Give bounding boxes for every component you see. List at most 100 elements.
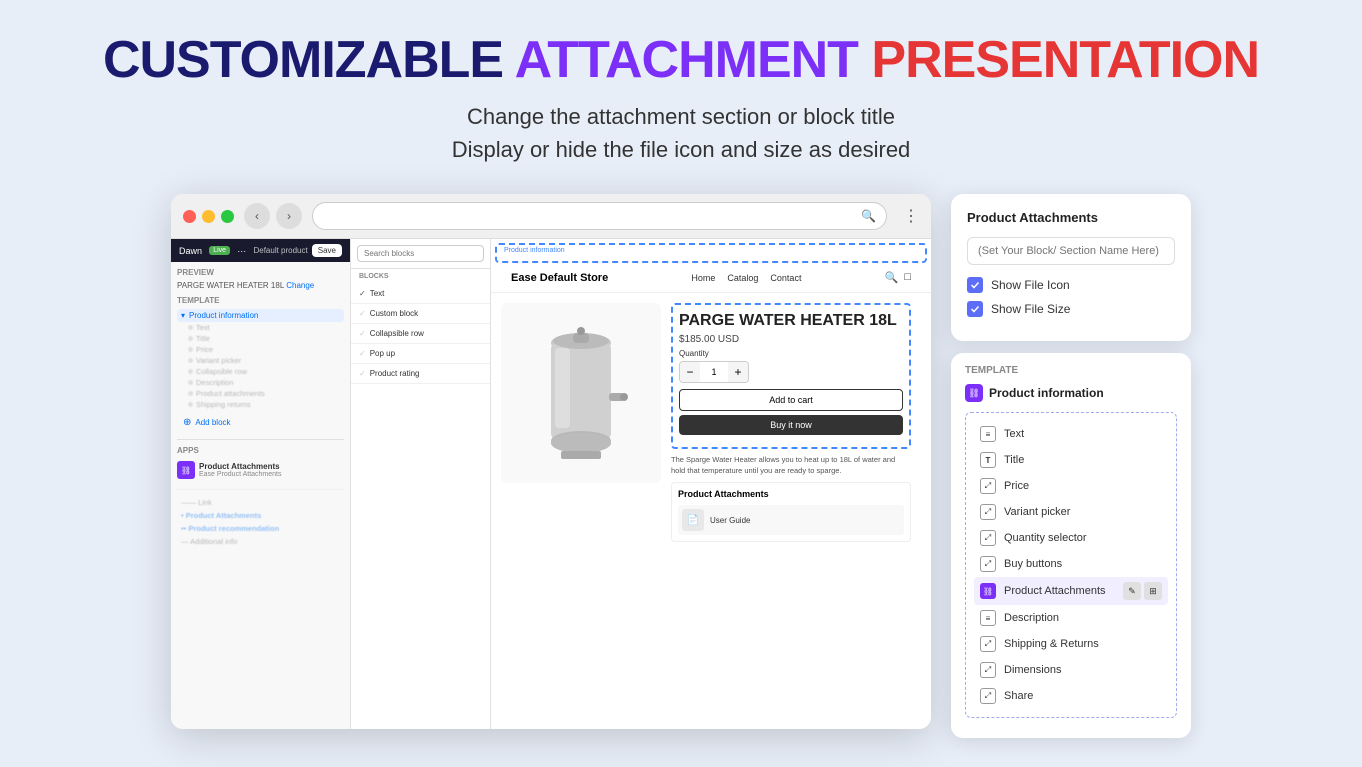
topbar-dots: ···: [237, 246, 246, 256]
attachment-edit-button[interactable]: ✎: [1123, 582, 1141, 600]
quantity-control: − 1 +: [679, 361, 749, 383]
template-item-share[interactable]: ⤢ Share: [974, 683, 1168, 709]
minimize-dot[interactable]: [202, 210, 215, 223]
attachment-name: User Guide: [710, 516, 750, 525]
store-logo: Ease Default Store: [511, 272, 608, 284]
quantity-decrease[interactable]: −: [680, 362, 700, 382]
template-item-variant-picker[interactable]: ⤢ Variant picker: [974, 499, 1168, 525]
block-item-2[interactable]: Title: [185, 333, 344, 344]
buy-buttons-icon: ⤢: [980, 556, 996, 572]
maximize-dot[interactable]: [221, 210, 234, 223]
bottom-item-4[interactable]: — Additional info: [177, 535, 344, 548]
attachment-item[interactable]: 📄 User Guide: [678, 505, 904, 535]
block-popup[interactable]: ✓ Pop up: [351, 344, 490, 364]
nav-contact[interactable]: Contact: [770, 273, 801, 283]
quantity-label: Quantity: [679, 349, 903, 358]
show-file-icon-checkbox[interactable]: [967, 277, 983, 293]
store-nav-links: Home Catalog Contact: [691, 273, 801, 283]
browser-dots: [183, 210, 234, 223]
buy-now-button[interactable]: Buy it now: [679, 415, 903, 435]
template-item-variant-label: Variant picker: [1004, 506, 1070, 518]
template-item-price[interactable]: ⤢ Price: [974, 473, 1168, 499]
block-collapsible[interactable]: ✓ Collapsible row: [351, 324, 490, 344]
add-block-button[interactable]: ⊕ Add block: [177, 414, 344, 431]
block-item-7[interactable]: Product attachments: [185, 388, 344, 399]
attachments-title: Product Attachments: [678, 489, 904, 499]
title-block-icon: T: [980, 452, 996, 468]
block-item-6[interactable]: Description: [185, 377, 344, 388]
app-item[interactable]: ⛓ Product Attachments Ease Product Attac…: [177, 459, 344, 481]
attachment-grid-button[interactable]: ⊞: [1144, 582, 1162, 600]
block-item-8[interactable]: Shipping returns: [185, 399, 344, 410]
share-icon: ⤢: [980, 688, 996, 704]
search-icon[interactable]: 🔍: [885, 271, 899, 284]
template-item-shipping-returns[interactable]: ⤢ Shipping & Returns: [974, 631, 1168, 657]
address-bar[interactable]: 🔍: [312, 202, 887, 230]
app-icon: ⛓: [177, 461, 195, 479]
block-text[interactable]: ✓ Text: [351, 284, 490, 304]
template-section-header: ⛓ Product information: [965, 384, 1177, 402]
block-custom[interactable]: ✓ Custom block: [351, 304, 490, 324]
template-section-name: Product information: [989, 386, 1104, 400]
block-item-1[interactable]: Text: [185, 322, 344, 333]
template-item-price-label: Price: [1004, 480, 1029, 492]
bottom-item-1[interactable]: —— Link: [177, 496, 344, 509]
hero-section: CUSTOMIZABLE ATTACHMENT PRESENTATION Cha…: [103, 30, 1259, 194]
title-part3: PRESENTATION: [871, 31, 1259, 89]
nav-home[interactable]: Home: [691, 273, 715, 283]
sidebar-product-info[interactable]: ▾ Product information: [177, 309, 344, 322]
block-rating[interactable]: ✓ Product rating: [351, 364, 490, 384]
nav-catalog[interactable]: Catalog: [727, 273, 758, 283]
template-item-text[interactable]: ≡ Text: [974, 421, 1168, 447]
forward-button[interactable]: ›: [276, 203, 302, 229]
block-item-3[interactable]: Price: [185, 344, 344, 355]
subtitle-line2: Display or hide the file icon and size a…: [452, 137, 911, 162]
section-name-input[interactable]: [967, 237, 1175, 265]
show-file-size-checkbox[interactable]: [967, 301, 983, 317]
block-item-5[interactable]: Collapsible row: [185, 366, 344, 377]
template-section-icon: ⛓: [965, 384, 983, 402]
template-item-buy-label: Buy buttons: [1004, 558, 1062, 570]
shopify-editor: Dawn Live ··· Default product Save PREVI…: [171, 239, 931, 729]
product-attachments-block-icon: ⛓: [980, 583, 996, 599]
check-mark-icon: [970, 280, 980, 290]
template-item-dimensions[interactable]: ⤢ Dimensions: [974, 657, 1168, 683]
quantity-selector-icon: ⤢: [980, 530, 996, 546]
topbar-product: Default product: [253, 246, 307, 255]
change-link[interactable]: Change: [286, 281, 314, 290]
template-item-buy-buttons[interactable]: ⤢ Buy buttons: [974, 551, 1168, 577]
show-file-size-label: Show File Size: [991, 302, 1070, 316]
block-list-section: Blocks: [351, 269, 490, 284]
bottom-item-2[interactable]: • Product Attachments: [177, 509, 344, 522]
editor-sidebar: Dawn Live ··· Default product Save PREVI…: [171, 239, 351, 729]
app-info: Product Attachments Ease Product Attachm…: [199, 462, 282, 478]
save-button[interactable]: Save: [312, 244, 342, 257]
check-mark-icon-2: [970, 304, 980, 314]
template-item-quantity-selector[interactable]: ⤢ Quantity selector: [974, 525, 1168, 551]
main-content: ‹ › 🔍 ⋮ Dawn Live ··· Default product Sa…: [20, 194, 1342, 738]
product-highlight-box: PARGE WATER HEATER 18L $185.00 USD Quant…: [671, 303, 911, 449]
block-item-4[interactable]: Variant picker: [185, 355, 344, 366]
close-dot[interactable]: [183, 210, 196, 223]
attachment-icon: 📄: [682, 509, 704, 531]
hero-subtitle: Change the attachment section or block t…: [103, 100, 1259, 166]
editor-topbar: Dawn Live ··· Default product Save: [171, 239, 350, 262]
bottom-item-3[interactable]: •• Product recommendation: [177, 522, 344, 535]
product-info-highlight: Product information: [495, 243, 927, 263]
quantity-increase[interactable]: +: [728, 362, 748, 382]
browser-menu-button[interactable]: ⋮: [903, 206, 919, 226]
check-icon-4: ✓: [359, 349, 366, 358]
add-to-cart-button[interactable]: Add to cart: [679, 389, 903, 411]
back-button[interactable]: ‹: [244, 203, 270, 229]
template-item-title[interactable]: T Title: [974, 447, 1168, 473]
right-panel: Product Attachments Show File Icon Show …: [951, 194, 1191, 738]
template-item-description[interactable]: ≡ Description: [974, 605, 1168, 631]
search-blocks-input[interactable]: [357, 245, 484, 262]
cart-icon[interactable]: □: [904, 271, 911, 284]
template-item-product-attachments[interactable]: ⛓ Product Attachments ✎ ⊞: [974, 577, 1168, 605]
product-price: $185.00 USD: [679, 334, 903, 345]
sidebar-content: PREVIEW PARGE WATER HEATER 18L Change TE…: [171, 262, 350, 554]
template-label: TEMPLATE: [177, 296, 344, 305]
sidebar-product-info-label: Product information: [189, 311, 258, 320]
title-part1: CUSTOMIZABLE: [103, 31, 503, 89]
